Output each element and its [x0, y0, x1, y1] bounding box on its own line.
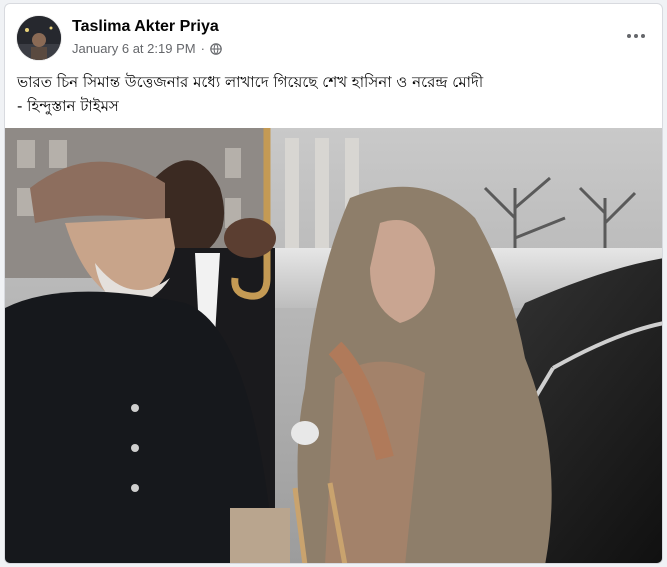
more-options-icon[interactable] — [624, 24, 648, 48]
post-caption: ভারত চিন সিমান্ত উত্তেজনার মধ্যে লাখাদে … — [5, 68, 662, 125]
meta-separator: · — [200, 41, 205, 56]
post-photo[interactable] — [5, 128, 662, 563]
post-meta: January 6 at 2:19 PM · — [72, 41, 222, 56]
globe-icon[interactable] — [210, 42, 222, 55]
post-date[interactable]: January 6 at 2:19 PM — [72, 41, 196, 56]
post-card: Taslima Akter Priya January 6 at 2:19 PM… — [4, 3, 663, 564]
post-header: Taslima Akter Priya January 6 at 2:19 PM… — [5, 4, 662, 68]
caption-line-2: - হিন্দুস্তান টাইমস — [17, 97, 119, 115]
avatar[interactable] — [17, 16, 61, 60]
caption-line-1: ভারত চিন সিমান্ত উত্তেজনার মধ্যে লাখাদে … — [17, 73, 484, 91]
author-name[interactable]: Taslima Akter Priya — [72, 18, 219, 36]
